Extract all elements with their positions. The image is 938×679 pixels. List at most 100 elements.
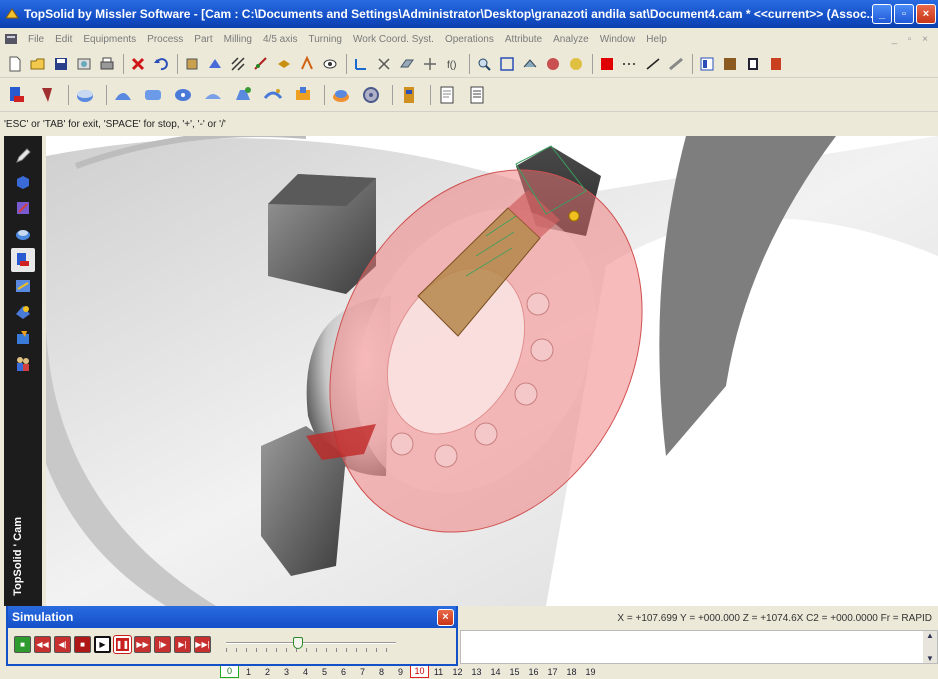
scroll-up-icon[interactable]: ▲ — [926, 631, 934, 640]
new-document-icon[interactable] — [6, 55, 24, 73]
assembly-button[interactable] — [11, 222, 35, 246]
post-processor-icon[interactable] — [398, 84, 420, 106]
axis-icon[interactable] — [375, 55, 393, 73]
measure-icon[interactable] — [206, 55, 224, 73]
contour-icon[interactable] — [112, 84, 134, 106]
design-button[interactable] — [11, 196, 35, 220]
stock-icon[interactable] — [74, 84, 96, 106]
attribute-icon[interactable] — [298, 55, 316, 73]
zoom-icon[interactable] — [475, 55, 493, 73]
sim-step-back-button[interactable]: ◀| — [54, 635, 71, 653]
visibility-icon[interactable] — [321, 55, 339, 73]
graphics-viewport[interactable] — [46, 136, 938, 606]
mdi-controls[interactable]: _ ▫ × — [891, 34, 932, 45]
sim-fast-forward-button[interactable]: ▶▶ — [134, 635, 151, 653]
layer-12[interactable]: 12 — [448, 667, 467, 677]
document-list-icon[interactable] — [466, 84, 488, 106]
close-button[interactable]: × — [916, 4, 936, 24]
layer-4[interactable]: 4 — [296, 667, 315, 677]
cam-3d-scene[interactable] — [46, 136, 938, 606]
line-type-icon[interactable] — [644, 55, 662, 73]
simulation-speed-slider[interactable] — [226, 633, 396, 655]
layer-icon[interactable] — [275, 55, 293, 73]
dimension-icon[interactable] — [252, 55, 270, 73]
rest-material-icon[interactable] — [292, 84, 314, 106]
help-icon[interactable] — [767, 55, 785, 73]
sim-skip-button[interactable]: ▶| — [174, 635, 191, 653]
layer-14[interactable]: 14 — [486, 667, 505, 677]
library-icon[interactable] — [721, 55, 739, 73]
print-preview-icon[interactable] — [75, 55, 93, 73]
roughing-icon[interactable] — [232, 84, 254, 106]
mold-button[interactable] — [11, 300, 35, 324]
layer-1[interactable]: 1 — [239, 667, 258, 677]
view-fit-icon[interactable] — [498, 55, 516, 73]
menu-operations[interactable]: Operations — [445, 34, 494, 45]
slider-thumb[interactable] — [293, 637, 303, 649]
shape-button[interactable] — [11, 170, 35, 194]
command-scrollbar[interactable]: ▲ ▼ — [923, 631, 937, 663]
print-icon[interactable] — [98, 55, 116, 73]
menu-attribute[interactable]: Attribute — [505, 34, 542, 45]
scroll-down-icon[interactable]: ▼ — [926, 654, 934, 663]
sim-step-forward-button[interactable]: |▶ — [154, 635, 171, 653]
menu-turning[interactable]: Turning — [308, 34, 342, 45]
properties-icon[interactable] — [698, 55, 716, 73]
minimize-button[interactable]: _ — [872, 4, 892, 24]
machining-icon[interactable] — [6, 84, 28, 106]
layer-11[interactable]: 11 — [429, 667, 448, 677]
render-mode-icon[interactable] — [544, 55, 562, 73]
layer-9[interactable]: 9 — [391, 667, 410, 677]
menu-edit[interactable]: Edit — [55, 34, 72, 45]
modify-icon[interactable] — [183, 55, 201, 73]
layer-16[interactable]: 16 — [524, 667, 543, 677]
open-folder-icon[interactable] — [29, 55, 47, 73]
line-width-icon[interactable] — [667, 55, 685, 73]
simulation-module-button[interactable] — [11, 352, 35, 376]
layer-15[interactable]: 15 — [505, 667, 524, 677]
tool-icon[interactable] — [36, 84, 58, 106]
sketch-button[interactable] — [11, 144, 35, 168]
layer-19[interactable]: 19 — [581, 667, 600, 677]
sim-play-button[interactable]: ▶ — [94, 635, 111, 653]
shading-icon[interactable] — [567, 55, 585, 73]
menu-analyze[interactable]: Analyze — [553, 34, 589, 45]
menu-4-5-axis[interactable]: 4/5 axis — [263, 34, 297, 45]
point-icon[interactable] — [421, 55, 439, 73]
sim-start-button[interactable]: ■ — [14, 635, 31, 653]
sim-pause-button[interactable]: ❚❚ — [113, 634, 132, 654]
drilling-icon[interactable] — [172, 84, 194, 106]
sim-stop-button[interactable]: ■ — [74, 635, 91, 653]
spindle-icon[interactable] — [360, 84, 382, 106]
layer-13[interactable]: 13 — [467, 667, 486, 677]
hatch-icon[interactable] — [229, 55, 247, 73]
view-orient-icon[interactable] — [521, 55, 539, 73]
layer-5[interactable]: 5 — [315, 667, 334, 677]
function-icon[interactable]: f() — [444, 55, 462, 73]
menu-milling[interactable]: Milling — [224, 34, 252, 45]
document-icon[interactable] — [4, 33, 18, 45]
report-icon[interactable] — [436, 84, 458, 106]
menu-file[interactable]: File — [28, 34, 44, 45]
color-picker-icon[interactable] — [598, 55, 616, 73]
surface-icon[interactable] — [202, 84, 224, 106]
punch-button[interactable] — [11, 326, 35, 350]
turning-icon[interactable] — [330, 84, 352, 106]
line-style-icon[interactable] — [621, 55, 639, 73]
maximize-button[interactable]: ▫ — [894, 4, 914, 24]
command-output-area[interactable]: ▲ ▼ — [460, 630, 938, 664]
notes-icon[interactable] — [744, 55, 762, 73]
sim-end-button[interactable]: ▶▶| — [194, 635, 211, 653]
cam-button[interactable] — [11, 248, 35, 272]
menu-window[interactable]: Window — [600, 34, 636, 45]
finishing-icon[interactable] — [262, 84, 284, 106]
wire-button[interactable] — [11, 274, 35, 298]
layer-2[interactable]: 2 — [258, 667, 277, 677]
coordinate-system-icon[interactable] — [352, 55, 370, 73]
layer-0[interactable]: 0 — [220, 665, 239, 678]
layer-6[interactable]: 6 — [334, 667, 353, 677]
menu-equipments[interactable]: Equipments — [83, 34, 136, 45]
layer-17[interactable]: 17 — [543, 667, 562, 677]
menu-part[interactable]: Part — [194, 34, 212, 45]
save-icon[interactable] — [52, 55, 70, 73]
